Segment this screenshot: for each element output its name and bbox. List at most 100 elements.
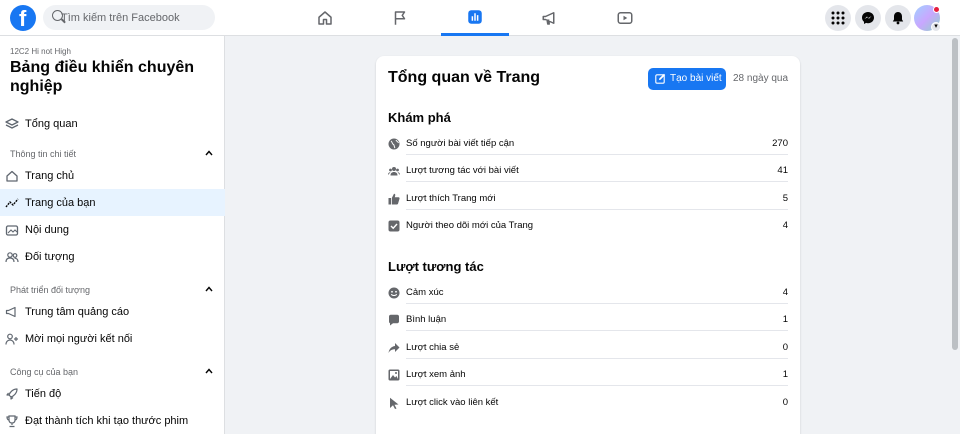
comment-icon bbox=[389, 314, 399, 326]
metric-value: 270 bbox=[772, 138, 788, 149]
sidebar-item-label: Tiến độ bbox=[25, 387, 62, 400]
home-icon bbox=[6, 170, 18, 182]
photo-icon bbox=[388, 369, 400, 381]
metric-row: Bình luận 1 bbox=[388, 311, 788, 333]
metric-row: Lượt thích Trang mới 5 bbox=[388, 190, 788, 212]
megaphone-icon bbox=[542, 12, 555, 25]
people-icon bbox=[5, 251, 19, 262]
video-icon bbox=[617, 12, 633, 24]
menu-button[interactable] bbox=[825, 5, 851, 31]
sidebar-item-invite[interactable]: Mời mọi người kết nối bbox=[0, 325, 225, 352]
metric-row: Lượt xem ảnh 1 bbox=[388, 366, 788, 388]
divider bbox=[406, 303, 788, 304]
metric-label: Lượt thích Trang mới bbox=[406, 193, 496, 204]
thumbs-up-icon bbox=[388, 193, 400, 205]
divider bbox=[406, 154, 788, 155]
flag-icon bbox=[394, 11, 406, 25]
sidebar-item-label: Trang chủ bbox=[25, 169, 75, 182]
chevron-down-icon[interactable]: ▾ bbox=[931, 22, 941, 32]
date-range[interactable]: 28 ngày qua bbox=[733, 73, 788, 84]
sidebar-item-label: Đạt thành tích khi tạo thước phim bbox=[25, 414, 189, 427]
chevron-up-icon[interactable] bbox=[205, 149, 213, 157]
people-icon bbox=[388, 167, 400, 176]
sidebar-item-label: Nội dung bbox=[25, 223, 70, 236]
metric-label: Lượt tương tác với bài viết bbox=[406, 165, 519, 176]
trend-line-icon bbox=[5, 198, 19, 207]
divider bbox=[406, 385, 788, 386]
chevron-up-icon[interactable] bbox=[205, 367, 213, 375]
tab-home[interactable] bbox=[291, 0, 359, 36]
metric-row: Cảm xúc 4 bbox=[388, 284, 788, 306]
facebook-logo[interactable]: f bbox=[10, 5, 36, 31]
divider bbox=[406, 181, 788, 182]
edit-icon bbox=[655, 73, 666, 84]
section-tools-label: Công cụ của bạn bbox=[10, 367, 79, 377]
metric-label: Số người bài viết tiếp cận bbox=[406, 138, 515, 149]
sidebar-item-progress[interactable]: Tiến độ bbox=[0, 380, 225, 407]
smiley-icon bbox=[388, 287, 400, 299]
tab-ads[interactable] bbox=[516, 0, 584, 36]
metric-value: 5 bbox=[782, 193, 788, 204]
metric-value: 4 bbox=[782, 287, 788, 298]
discover-heading: Khám phá bbox=[388, 110, 451, 125]
invite-people-icon bbox=[5, 333, 18, 345]
sidebar-item-label: Trung tâm quảng cáo bbox=[25, 305, 130, 318]
page-overview-card: Tổng quan về Trang Tạo bài viết 28 ngày … bbox=[376, 56, 800, 434]
create-post-label: Tạo bài viết bbox=[670, 73, 722, 84]
layers-icon bbox=[5, 117, 19, 129]
share-icon bbox=[388, 343, 400, 353]
sidebar-item-audience[interactable]: Đối tượng bbox=[0, 243, 225, 270]
cursor-icon bbox=[390, 397, 399, 409]
globe-icon bbox=[388, 138, 400, 150]
sidebar-item-home[interactable]: Trang chủ bbox=[0, 162, 225, 189]
divider bbox=[406, 358, 788, 359]
divider bbox=[406, 209, 788, 210]
trophy-icon bbox=[6, 414, 18, 427]
metric-row: Lượt click vào liên kết 0 bbox=[388, 394, 788, 416]
metric-label: Bình luận bbox=[406, 314, 447, 325]
scrollbar-thumb[interactable] bbox=[952, 38, 958, 350]
tab-insights[interactable] bbox=[441, 0, 509, 36]
sidebar-item-content[interactable]: Nội dung bbox=[0, 216, 225, 243]
metric-value: 0 bbox=[782, 397, 788, 408]
tab-video[interactable] bbox=[591, 0, 659, 36]
notification-dot bbox=[933, 6, 940, 13]
sidebar-item-ad-center[interactable]: Trung tâm quảng cáo bbox=[0, 298, 225, 325]
sidebar: 12C2 Hi not High Bảng điều khiển chuyên … bbox=[0, 36, 225, 434]
follower-icon bbox=[388, 220, 400, 232]
rocket-icon bbox=[6, 387, 18, 400]
chevron-up-icon[interactable] bbox=[205, 285, 213, 293]
metric-value: 4 bbox=[782, 220, 788, 231]
metric-row: Lượt chia sẻ 0 bbox=[388, 339, 788, 361]
notifications-button[interactable] bbox=[885, 5, 911, 31]
sidebar-item-reels-achievements[interactable]: Đạt thành tích khi tạo thước phim bbox=[0, 407, 225, 434]
metric-row: Lượt tương tác với bài viết 41 bbox=[388, 162, 788, 184]
home-icon bbox=[318, 11, 332, 25]
tab-pages[interactable] bbox=[366, 0, 434, 36]
content-icon bbox=[5, 224, 19, 236]
sidebar-item-label: Trang của bạn bbox=[25, 196, 96, 209]
metric-label: Lượt xem ảnh bbox=[406, 369, 466, 380]
metric-value: 0 bbox=[782, 342, 788, 353]
search-input[interactable] bbox=[61, 5, 211, 30]
divider bbox=[406, 330, 788, 331]
sidebar-item-label: Tổng quan bbox=[25, 117, 78, 130]
engagement-heading: Lượt tương tác bbox=[388, 259, 484, 274]
insights-icon bbox=[468, 9, 482, 24]
card-title: Tổng quan về Trang bbox=[388, 69, 541, 86]
sidebar-item-your-page[interactable]: Trang của bạn bbox=[0, 189, 225, 216]
metric-value: 41 bbox=[777, 165, 788, 176]
sidebar-title: Bảng điều khiển chuyên nghiệp bbox=[10, 59, 195, 95]
megaphone-icon bbox=[5, 306, 16, 317]
sidebar-item-overview[interactable]: Tổng quan bbox=[0, 110, 225, 137]
messenger-button[interactable] bbox=[855, 5, 881, 31]
metric-label: Cảm xúc bbox=[406, 287, 444, 298]
section-insights-label: Thông tin chi tiết bbox=[10, 149, 77, 159]
metric-row: Số người bài viết tiếp cận 270 bbox=[388, 135, 788, 157]
top-bar: f ▾ bbox=[0, 0, 960, 36]
metric-label: Người theo dõi mới của Trang bbox=[406, 220, 534, 231]
metric-value: 1 bbox=[782, 369, 788, 380]
search-box[interactable] bbox=[43, 5, 215, 30]
create-post-button[interactable]: Tạo bài viết bbox=[648, 68, 726, 90]
metric-label: Lượt click vào liên kết bbox=[406, 397, 499, 408]
